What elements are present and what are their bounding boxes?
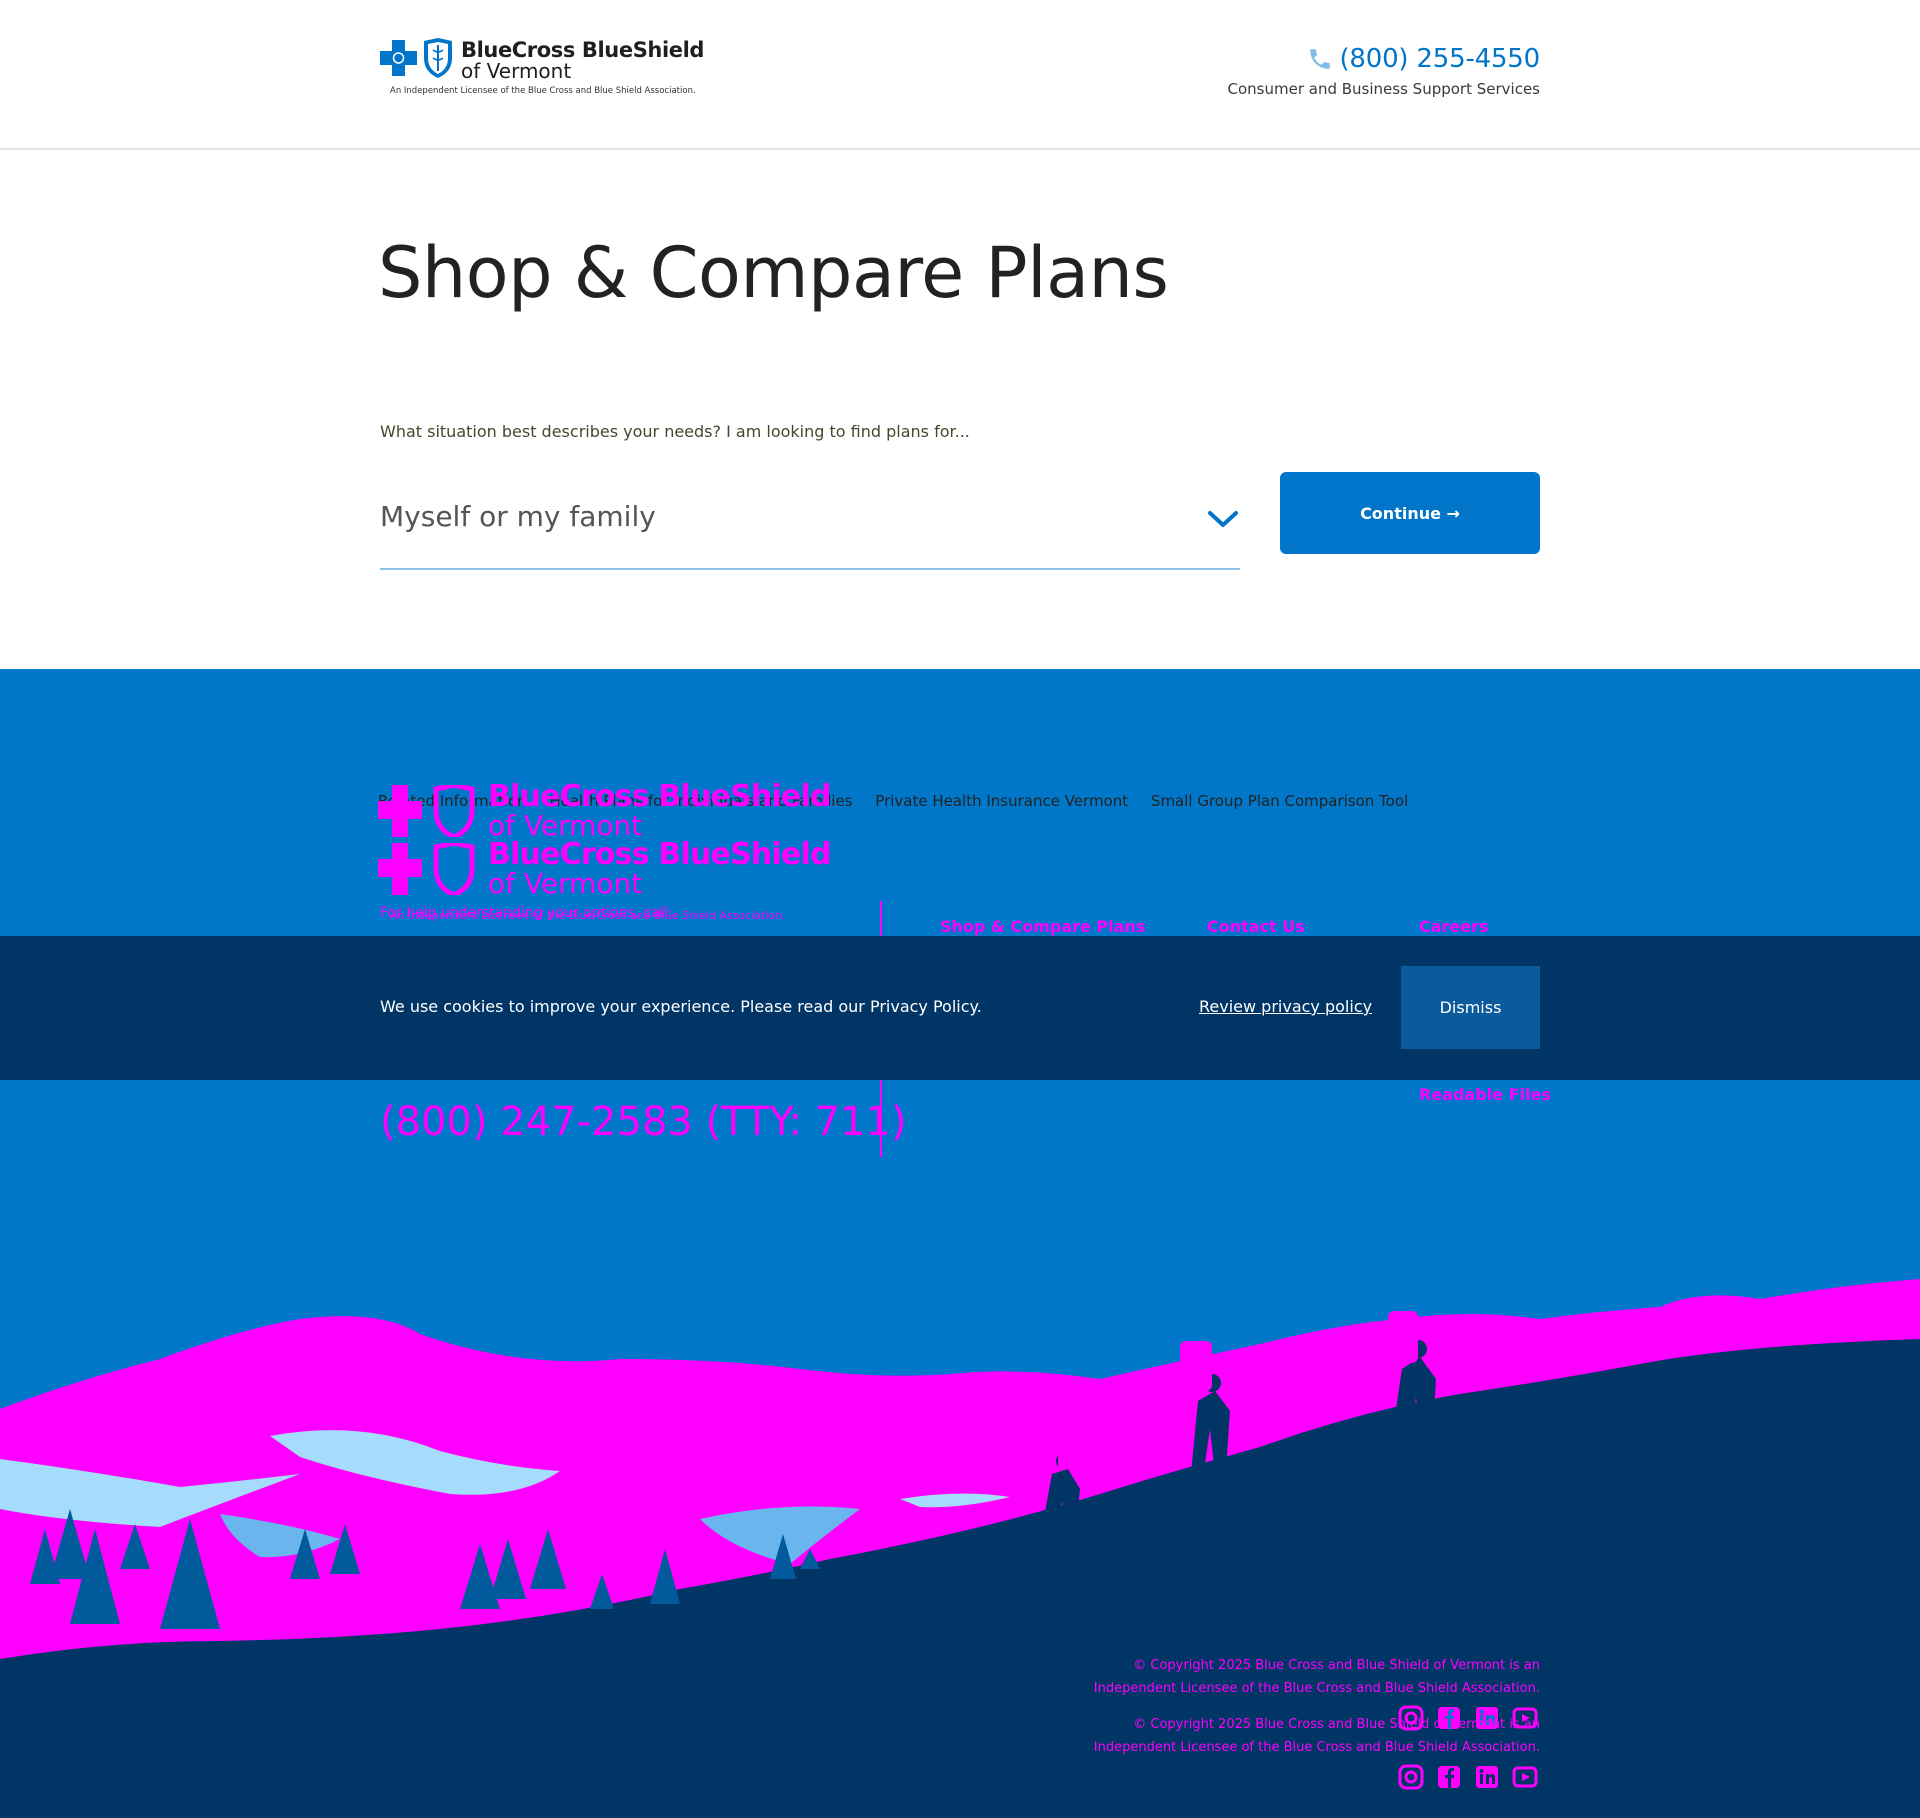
footer-link-readable-files[interactable]: Readable Files — [1419, 1085, 1551, 1104]
cross-shield-icon — [380, 38, 452, 78]
cross-shield-icon — [378, 785, 475, 837]
footer-link-careers[interactable]: Careers — [1419, 917, 1489, 936]
chevron-down-icon[interactable] — [1206, 506, 1240, 532]
youtube-icon[interactable] — [1512, 1764, 1538, 1790]
cookie-message: We use cookies to improve your experienc… — [380, 997, 982, 1016]
social-links-duplicate — [1398, 1764, 1538, 1790]
instagram-icon[interactable] — [1398, 1764, 1424, 1790]
footer-link-shop[interactable]: Shop & Compare Plans — [940, 917, 1145, 936]
review-privacy-policy-link[interactable]: Review privacy policy — [1199, 997, 1372, 1016]
header-phone-number[interactable]: (800) 255-4550 — [1339, 44, 1540, 74]
site-footer: Related Information Health Plans for Ind… — [0, 669, 1920, 1818]
cookie-banner: We use cookies to improve your experienc… — [0, 936, 1920, 1080]
footer-link-contact[interactable]: Contact Us — [1207, 917, 1305, 936]
footer-help-text: For help understanding your options, cal… — [380, 905, 673, 921]
footer-logo-duplicate[interactable]: BlueCross BlueShield of Vermont — [378, 837, 831, 905]
copyright-text-duplicate: © Copyright 2025 Blue Cross and Blue Shi… — [1094, 1713, 1540, 1759]
dismiss-button[interactable]: Dismiss — [1401, 966, 1540, 1049]
copyright-line: Independent Licensee of the Blue Cross a… — [1093, 1740, 1540, 1755]
situation-select-value: Myself or my family — [380, 500, 656, 533]
facebook-icon[interactable] — [1436, 1764, 1462, 1790]
site-header: BlueCross BlueShield of Vermont An Indep… — [0, 0, 1920, 150]
related-link-small-group[interactable]: Small Group Plan Comparison Tool — [1151, 792, 1408, 810]
situation-question: What situation best describes your needs… — [380, 422, 970, 441]
footer-logo-region: of Vermont — [488, 867, 643, 900]
related-link-private[interactable]: Private Health Insurance Vermont — [875, 792, 1128, 810]
continue-button[interactable]: Continue → — [1280, 472, 1540, 554]
situation-select[interactable]: Myself or my family — [380, 488, 1240, 570]
copyright-text: © Copyright 2025 Blue Cross and Blue Shi… — [1094, 1654, 1540, 1700]
page-title: Shop & Compare Plans — [378, 232, 1169, 314]
linkedin-icon[interactable] — [1474, 1764, 1500, 1790]
hikers-landscape-illustration — [0, 1279, 1920, 1818]
copyright-line: Independent Licensee of the Blue Cross a… — [1093, 1681, 1540, 1696]
footer-phone-number[interactable]: (800) 247-2583 (TTY: 711) — [380, 1099, 907, 1145]
header-phone-subtitle: Consumer and Business Support Services — [1227, 80, 1540, 98]
copyright-line: © Copyright 2025 Blue Cross and Blue Shi… — [1133, 1717, 1540, 1732]
logo-tagline: An Independent Licensee of the Blue Cros… — [390, 86, 696, 96]
logo-region: of Vermont — [461, 59, 572, 83]
header-phone: (800) 255-4550 Consumer and Business Sup… — [1227, 44, 1541, 98]
bcbs-logo[interactable]: BlueCross BlueShield of Vermont An Indep… — [380, 36, 704, 98]
cross-shield-icon — [378, 843, 475, 895]
copyright-line: © Copyright 2025 Blue Cross and Blue Shi… — [1133, 1658, 1540, 1673]
phone-icon — [1310, 49, 1331, 69]
